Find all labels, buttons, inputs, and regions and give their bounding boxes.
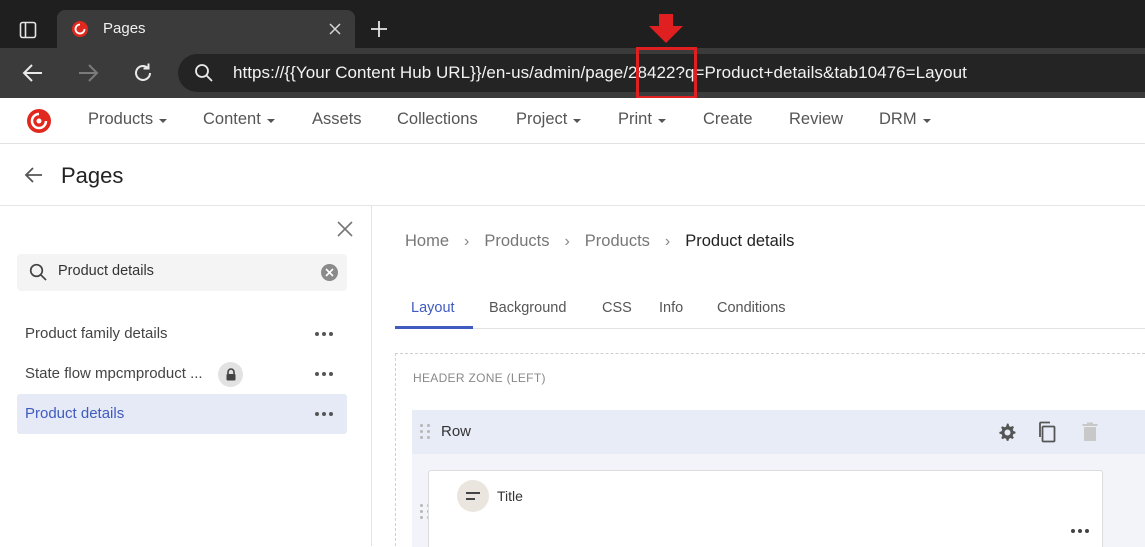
search-input[interactable]: Product details <box>58 263 154 279</box>
back-icon[interactable] <box>18 58 48 88</box>
browser-tab-title: Pages <box>103 20 146 37</box>
tab-info[interactable]: Info <box>659 300 683 316</box>
row-bar[interactable]: Row <box>412 410 1145 454</box>
url-highlight-box <box>636 47 697 99</box>
chevron-right-icon: › <box>664 232 671 250</box>
list-item-label: Product family details <box>25 325 168 342</box>
nav-collections-label: Collections <box>397 110 478 128</box>
forward-icon[interactable] <box>73 58 103 88</box>
chevron-down-icon <box>573 118 582 123</box>
browser-tab[interactable]: Pages <box>57 10 355 48</box>
sidebar-toggle-icon[interactable] <box>10 12 46 48</box>
chevron-down-icon <box>159 118 168 123</box>
list-item[interactable]: Product family details <box>17 314 347 354</box>
reload-icon[interactable] <box>128 58 158 88</box>
breadcrumb-item[interactable]: Products <box>484 232 549 251</box>
list-item-active[interactable]: Product details <box>17 394 347 434</box>
nav-create-label: Create <box>703 110 753 128</box>
app-nav: Products Content Assets Collections Proj… <box>0 98 1145 144</box>
list-item-label: State flow mpcmproduct ... <box>25 365 203 382</box>
component-label: Title <box>497 488 523 504</box>
search-icon <box>194 63 214 88</box>
more-icon[interactable] <box>315 372 333 377</box>
copy-icon[interactable] <box>1035 420 1059 444</box>
tab-layout[interactable]: Layout <box>411 300 455 316</box>
arrow-left-icon[interactable] <box>24 166 44 189</box>
header-zone: HEADER ZONE (LEFT) Row Title <box>395 353 1145 547</box>
editor-tabs: Layout Background CSS Info Conditions <box>395 292 1145 329</box>
plus-icon[interactable] <box>364 14 394 44</box>
list-item[interactable]: State flow mpcmproduct ... <box>17 354 347 394</box>
nav-collections[interactable]: Collections <box>397 110 478 129</box>
nav-content-label: Content <box>203 110 261 128</box>
pages-sidebar: Product details Product family details S… <box>0 206 372 546</box>
text-lines-icon <box>457 480 489 512</box>
page-header: Pages <box>0 144 1145 206</box>
nav-products[interactable]: Products <box>88 110 168 129</box>
breadcrumb: Home › Products › Products › Product det… <box>405 232 794 251</box>
more-icon[interactable] <box>315 332 333 337</box>
more-icon[interactable] <box>1071 529 1089 534</box>
search-icon <box>29 263 48 287</box>
zone-label: HEADER ZONE (LEFT) <box>413 371 546 385</box>
component-card[interactable]: Title <box>428 470 1103 547</box>
nav-products-label: Products <box>88 110 154 128</box>
tab-strip: Pages <box>0 0 1145 48</box>
row-body: Title <box>412 454 1145 547</box>
trash-icon[interactable] <box>1078 420 1102 444</box>
nav-assets[interactable]: Assets <box>312 110 362 129</box>
browser-favicon-icon <box>71 20 89 38</box>
chevron-down-icon <box>266 118 275 123</box>
chevron-down-icon <box>657 118 666 123</box>
tab-background[interactable]: Background <box>489 300 566 316</box>
url-text: https://{{Your Content Hub URL}}/en-us/a… <box>233 63 967 82</box>
chevron-down-icon <box>922 118 931 123</box>
tab-css[interactable]: CSS <box>602 300 632 316</box>
lock-icon <box>218 362 243 387</box>
nav-create[interactable]: Create <box>703 110 753 129</box>
breadcrumb-item[interactable]: Products <box>585 232 650 251</box>
chevron-right-icon: › <box>564 232 570 250</box>
sitecore-logo-icon[interactable] <box>26 108 52 134</box>
close-icon[interactable] <box>325 19 345 39</box>
red-down-arrow-icon <box>648 14 684 49</box>
nav-content[interactable]: Content <box>203 110 275 129</box>
breadcrumb-current: Product details <box>685 232 795 250</box>
close-icon[interactable] <box>336 220 354 238</box>
page-search-field[interactable]: Product details <box>17 254 347 291</box>
browser-navbar: https://{{Your Content Hub URL}}/en-us/a… <box>0 48 1145 98</box>
nav-drm[interactable]: DRM <box>879 110 931 129</box>
row-label: Row <box>441 423 472 440</box>
nav-print-label: Print <box>618 110 652 128</box>
list-item-label: Product details <box>25 405 125 422</box>
chevron-right-icon: › <box>464 232 470 250</box>
browser-chrome: Pages https://{{Your Content Hub URL}}/e… <box>0 0 1145 99</box>
page-editor: Home › Products › Products › Product det… <box>373 206 1145 547</box>
page-title: Pages <box>61 163 124 188</box>
breadcrumb-item[interactable]: Home <box>405 232 449 251</box>
nav-project[interactable]: Project <box>516 110 582 129</box>
nav-drm-label: DRM <box>879 110 917 128</box>
nav-review[interactable]: Review <box>789 110 843 129</box>
clear-search-icon[interactable] <box>321 264 338 281</box>
gear-icon[interactable] <box>995 420 1019 444</box>
tab-conditions[interactable]: Conditions <box>717 300 786 316</box>
nav-review-label: Review <box>789 110 844 128</box>
nav-assets-label: Assets <box>312 110 362 128</box>
nav-print[interactable]: Print <box>618 110 666 129</box>
drag-handle-icon[interactable] <box>420 424 431 439</box>
more-icon[interactable] <box>315 412 333 417</box>
nav-project-label: Project <box>516 110 568 128</box>
active-tab-indicator <box>395 326 473 329</box>
